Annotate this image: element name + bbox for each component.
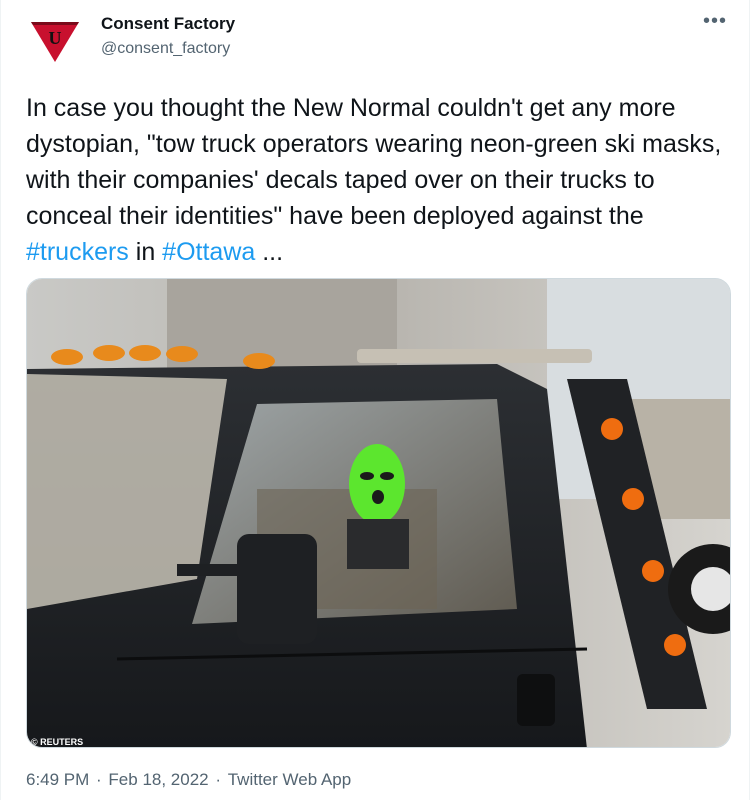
hashtag-truckers-link[interactable]: #truckers bbox=[26, 238, 129, 266]
tweet-time-link[interactable]: 6:49 PM bbox=[26, 770, 89, 789]
avatar[interactable]: U bbox=[27, 14, 83, 70]
svg-text:U: U bbox=[49, 28, 62, 48]
tweet-meta: 6:49 PM · Feb 18, 2022 · Twitter Web App bbox=[26, 770, 353, 790]
more-horizontal-icon[interactable]: ••• bbox=[703, 10, 727, 33]
tweet-source: Twitter Web App bbox=[227, 770, 352, 789]
tweet-text-part: in bbox=[128, 238, 163, 266]
tweet-photo[interactable]: © REUTERS bbox=[26, 278, 731, 748]
tweet-text-part: In case you thought the New Normal could… bbox=[26, 94, 722, 230]
user-handle[interactable]: @consent_factory bbox=[101, 40, 230, 58]
display-name[interactable]: Consent Factory bbox=[101, 14, 235, 34]
meta-separator: · bbox=[91, 770, 107, 789]
tweet-text-part: ... bbox=[255, 238, 284, 266]
tweet-date-link[interactable]: Feb 18, 2022 bbox=[108, 770, 208, 789]
tow-truck-photo: © REUTERS bbox=[27, 279, 730, 747]
tweet-card: U Consent Factory @consent_factory ••• I… bbox=[0, 0, 750, 800]
logo-shield-icon: U bbox=[31, 22, 79, 62]
photo-credit: © REUTERS bbox=[31, 737, 83, 747]
tweet-text: In case you thought the New Normal could… bbox=[26, 90, 726, 270]
meta-separator: · bbox=[210, 770, 226, 789]
hashtag-ottawa-link[interactable]: #Ottawa bbox=[162, 238, 255, 266]
